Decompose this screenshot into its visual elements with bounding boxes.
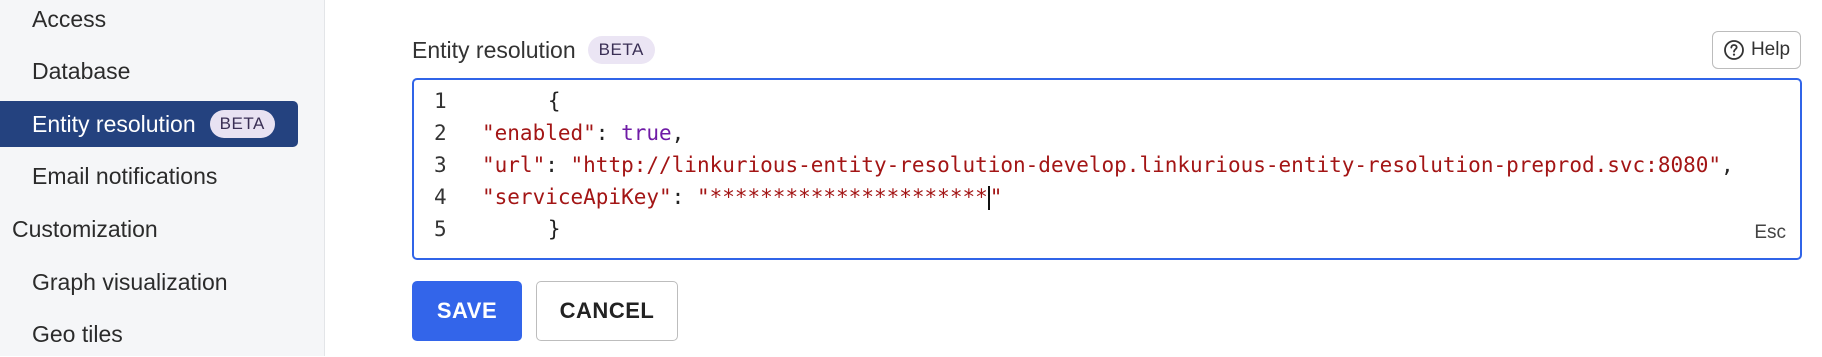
sidebar-item-label: Database [32,57,131,84]
sidebar-item-access[interactable]: Access [0,0,298,42]
beta-badge: BETA [209,110,275,138]
sidebar-item-database[interactable]: Database [0,48,298,94]
line-content: "url": "http://linkurious-entity-resolut… [482,153,1734,177]
line-number: 3 [434,153,447,177]
json-comma: , [671,121,685,145]
line-number: 1 [434,89,447,113]
help-circle-icon [1723,39,1745,61]
sidebar-item-label: Access [32,5,107,32]
sidebar-section-label: Customization [12,215,158,242]
line-number: 2 [434,121,447,145]
sidebar-item-email-notifications[interactable]: Email notifications [0,153,298,199]
json-colon: : [671,184,697,209]
json-key: "url" [482,153,546,177]
sidebar-item-entity-resolution[interactable]: Entity resolution BETA [0,101,298,147]
sidebar-item-geo-tiles[interactable]: Geo tiles [0,311,298,357]
sidebar-item-label: Graph visualization [32,268,228,295]
sidebar-section-customization[interactable]: Customization [0,206,298,252]
sidebar-item-graph-visualization[interactable]: Graph visualization [0,259,298,305]
line-content: "enabled": true, [482,121,684,145]
esc-hint: Esc [1754,222,1786,243]
save-button[interactable]: SAVE [412,281,522,341]
open-brace: { [547,89,561,113]
sidebar-item-label: Email notifications [32,162,218,189]
cancel-button[interactable]: CANCEL [536,281,678,341]
section-title: Entity resolution BETA [412,36,655,64]
json-colon: : [595,121,622,145]
beta-badge: BETA [587,36,655,64]
close-brace: } [547,217,561,241]
json-string-value: "http://linkurious-entity-resolution-dev… [570,153,1722,177]
json-key: "enabled" [482,121,596,145]
section-title-text: Entity resolution [412,36,576,63]
settings-sidebar: Access Database Entity resolution BETA E… [0,0,325,356]
line-number: 4 [434,185,447,209]
help-button[interactable]: Help [1712,31,1801,69]
json-colon: : [545,153,571,177]
line-content: } [472,193,561,265]
help-label: Help [1750,39,1791,60]
json-comma: , [1721,153,1734,177]
json-string-value: "********************** [696,184,988,209]
sidebar-item-label: Geo tiles [32,320,123,347]
json-close-quote: " [989,184,1003,209]
line-number: 5 [434,217,447,241]
sidebar-item-label: Entity resolution [32,110,196,137]
json-editor[interactable]: 1 { 2 "enabled": true, 3 "url": "http://… [412,78,1802,260]
json-boolean-value: true [621,121,672,145]
